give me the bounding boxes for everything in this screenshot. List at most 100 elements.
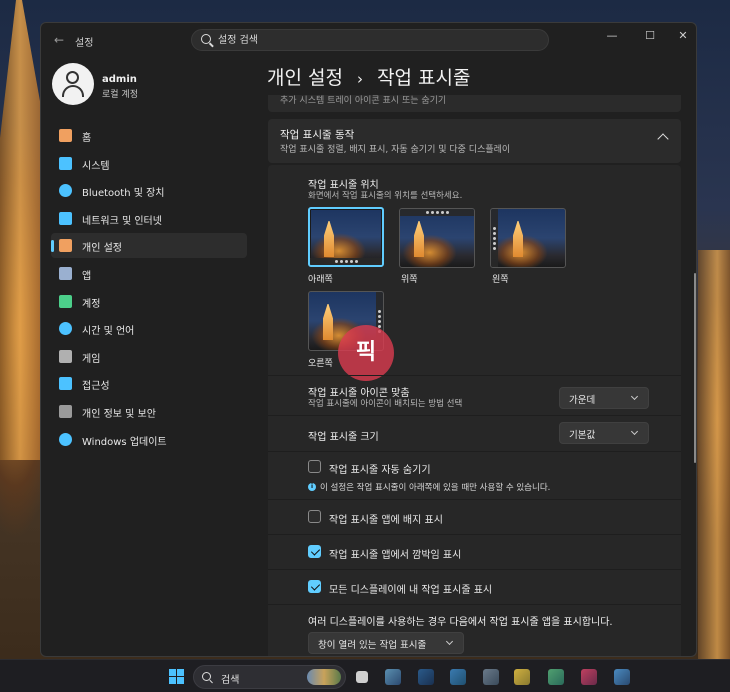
- chevron-down-icon: [630, 392, 639, 401]
- chevron-down-icon: [630, 427, 639, 436]
- alignment-dropdown[interactable]: 가운데: [559, 387, 649, 409]
- sidebar-item-1[interactable]: 홈: [51, 123, 247, 148]
- wallpaper-building: [698, 250, 730, 660]
- divider: [268, 499, 681, 500]
- app-title: 설정: [75, 38, 94, 49]
- sidebar-item-label: 게임: [82, 353, 101, 365]
- sidebar-item-5[interactable]: 개인 설정: [51, 233, 247, 259]
- multi-display-value: 창이 열려 있는 작업 표시줄: [318, 640, 427, 651]
- position-option-bottom[interactable]: [308, 207, 384, 267]
- sidebar-item-4[interactable]: 네트워크 및 인터넷: [51, 206, 247, 231]
- tray-icons-card[interactable]: 추가 시스템 트레이 아이콘 표시 또는 숨기기: [268, 95, 681, 112]
- page-title: 개인 설정 › 작업 표시줄: [267, 63, 471, 90]
- alignment-desc: 작업 표시줄에 아이콘이 배치되는 방법 선택: [308, 399, 463, 409]
- monitor-icon: [59, 156, 72, 170]
- taskbar-app-icon[interactable]: [385, 669, 401, 685]
- settings-search[interactable]: [191, 29, 549, 51]
- position-label-top: 위쪽: [401, 275, 418, 285]
- sidebar-item-11[interactable]: 개인 정보 및 보안: [51, 399, 247, 424]
- taskbar-search[interactable]: 검색: [193, 665, 346, 689]
- sidebar-item-label: 홈: [82, 133, 92, 144]
- taskbar-preview: [491, 209, 498, 267]
- sidebar-item-label: 시스템: [82, 160, 110, 172]
- sidebar-item-8[interactable]: 시간 및 언어: [51, 316, 247, 341]
- maximize-button[interactable]: ☐: [638, 27, 662, 45]
- autohide-info: 이 설정은 작업 표시줄이 아래쪽에 있을 때만 사용할 수 있습니다.: [320, 483, 551, 493]
- sidebar-item-3[interactable]: Bluetooth 및 장치: [51, 178, 247, 203]
- divider: [268, 604, 681, 605]
- sidebar-item-6[interactable]: 앱: [51, 261, 247, 286]
- sidebar-item-10[interactable]: 접근성: [51, 371, 247, 396]
- avatar[interactable]: [52, 63, 94, 105]
- breadcrumb-current: 작업 표시줄: [377, 67, 471, 89]
- profile-account-type: 로컬 계정: [102, 90, 138, 100]
- taskbar-app-icon[interactable]: [483, 669, 499, 685]
- autohide-checkbox[interactable]: [308, 460, 321, 473]
- gamepad-icon: [59, 349, 72, 363]
- taskbar-app-icon[interactable]: [614, 669, 630, 685]
- sidebar-item-9[interactable]: 게임: [51, 344, 247, 369]
- multi-display-dropdown[interactable]: 창이 열려 있는 작업 표시줄: [308, 632, 464, 654]
- flashing-checkbox[interactable]: [308, 545, 321, 558]
- tray-icons-text: 추가 시스템 트레이 아이콘 표시 또는 숨기기: [280, 96, 447, 106]
- bluetooth-icon: [59, 184, 72, 198]
- flashing-label: 작업 표시줄 앱에서 깜박임 표시: [329, 550, 462, 561]
- divider: [268, 451, 681, 452]
- accessibility-icon: [59, 377, 72, 391]
- shield-icon: [59, 404, 72, 418]
- badges-checkbox[interactable]: [308, 510, 321, 523]
- windows-start-icon[interactable]: [169, 669, 184, 684]
- globe-clock-icon: [59, 322, 72, 336]
- search-input[interactable]: [218, 33, 538, 48]
- search-icon: [202, 672, 211, 681]
- multi-display-desc: 여러 디스플레이를 사용하는 경우 다음에서 작업 표시줄 앱을 표시합니다.: [308, 617, 613, 628]
- search-icon: [201, 34, 211, 44]
- taskbar-preview: [310, 258, 382, 265]
- sidebar-item-7[interactable]: 계정: [51, 289, 247, 314]
- person-shoulders: [62, 85, 84, 97]
- taskbar-app-icon[interactable]: [514, 669, 530, 685]
- person-icon: [59, 294, 72, 308]
- behaviors-panel: 작업 표시줄 위치 화면에서 작업 표시줄의 위치를 선택하세요. 아래쪽 위쪽…: [268, 165, 681, 656]
- breadcrumb-separator: ›: [357, 70, 364, 88]
- info-icon: i: [308, 483, 316, 491]
- breadcrumb-parent[interactable]: 개인 설정: [267, 67, 343, 89]
- position-option-top[interactable]: [399, 208, 475, 268]
- all-displays-checkbox[interactable]: [308, 580, 321, 593]
- close-button[interactable]: ✕: [671, 27, 695, 45]
- settings-content: 추가 시스템 트레이 아이콘 표시 또는 숨기기 작업 표시줄 동작 작업 표시…: [268, 95, 681, 656]
- taskbar-app-icon[interactable]: [418, 669, 434, 685]
- sidebar-item-12[interactable]: Windows 업데이트: [51, 427, 247, 452]
- content-scrollbar[interactable]: [694, 273, 696, 463]
- sidebar-item-label: Bluetooth 및 장치: [82, 188, 165, 200]
- sidebar-item-label: 시간 및 언어: [82, 326, 135, 338]
- settings-window: ← 설정 — ☐ ✕ admin 로컬 계정 홈시스템 Bluetooth 및 장…: [40, 22, 697, 657]
- taskbar-app-icon[interactable]: [581, 669, 597, 685]
- size-dropdown[interactable]: 기본값: [559, 422, 649, 444]
- chevron-down-icon: [445, 637, 454, 646]
- divider: [268, 534, 681, 535]
- minimize-button[interactable]: —: [600, 27, 624, 45]
- taskbar-behaviors-header[interactable]: 작업 표시줄 동작 작업 표시줄 정렬, 배지 표시, 자동 숨기기 및 다중 …: [268, 119, 681, 163]
- person-icon: [66, 71, 79, 84]
- wifi-icon: [59, 211, 72, 225]
- sidebar-nav: 홈시스템 Bluetooth 및 장치네트워크 및 인터넷 개인 설정 앱계정시간 및…: [51, 123, 247, 454]
- back-button[interactable]: ←: [51, 32, 67, 48]
- wallpaper-thumb: [323, 304, 333, 340]
- home-icon: [59, 129, 72, 142]
- taskbar-app-icon[interactable]: [450, 669, 466, 685]
- position-desc: 화면에서 작업 표시줄의 위치를 선택하세요.: [308, 191, 463, 201]
- task-view-icon[interactable]: [356, 671, 368, 683]
- sidebar-item-label: 계정: [82, 298, 101, 310]
- divider: [268, 375, 681, 376]
- taskbar-app-icon[interactable]: [548, 669, 564, 685]
- sidebar-item-label: Windows 업데이트: [82, 436, 167, 448]
- chevron-up-icon: [657, 133, 669, 145]
- update-icon: [59, 432, 72, 446]
- windows-taskbar: 검색: [0, 659, 730, 692]
- wallpaper-thumb: [513, 221, 523, 257]
- brush-icon: [59, 239, 72, 253]
- taskbar-preview: [400, 209, 474, 216]
- sidebar-item-2[interactable]: 시스템: [51, 151, 247, 176]
- position-option-left[interactable]: [490, 208, 566, 268]
